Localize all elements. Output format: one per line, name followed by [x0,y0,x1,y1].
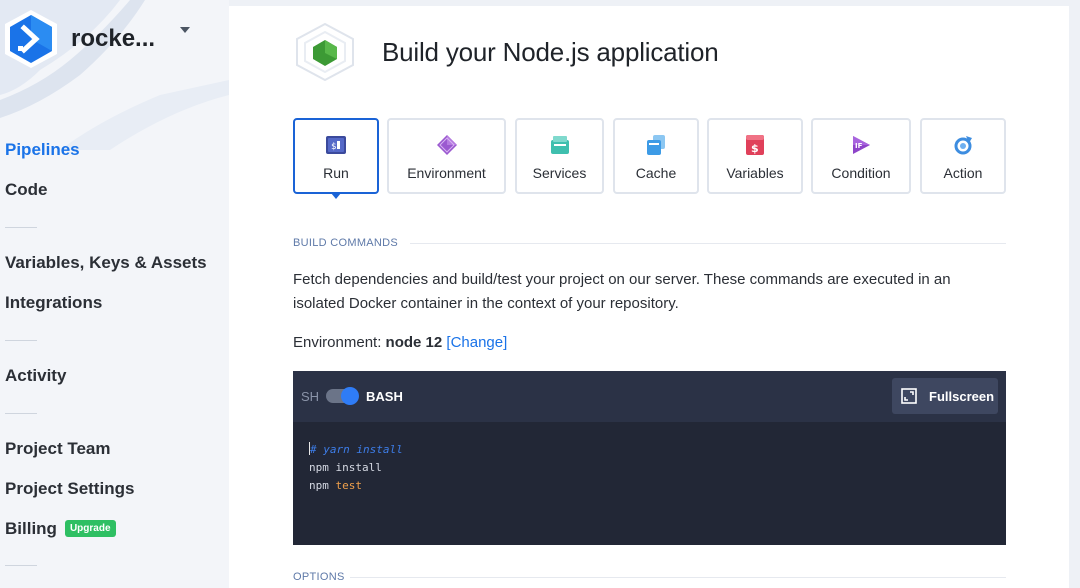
sidebar: rocke... Pipelines Code Variables, Keys … [0,0,229,588]
page-title: Build your Node.js application [382,37,719,67]
toggle-knob [341,387,359,405]
tab-label: Cache [635,165,677,181]
code-area[interactable]: # yarn install npm install npm test [309,441,403,495]
tab-label: Run [323,165,349,181]
environment-line: Environment: node 12 [Change] [293,334,507,351]
sidebar-item-project-settings[interactable]: Project Settings [5,479,134,499]
active-tab-pointer [331,193,341,199]
sidebar-item-integrations[interactable]: Integrations [5,293,102,313]
tab-condition[interactable]: IF Condition [811,118,911,194]
fullscreen-button[interactable]: Fullscreen [892,378,998,414]
top-strip [229,0,1069,6]
svg-text:IF: IF [855,142,863,150]
cache-icon [647,135,665,155]
tab-label: Environment [407,165,486,181]
change-environment-link[interactable]: [Change] [446,334,507,351]
tab-label: Services [532,165,587,181]
code-text: npm [309,479,336,492]
sidebar-item-pipelines[interactable]: Pipelines [5,140,80,160]
tab-cache[interactable]: Cache [613,118,699,194]
run-icon: $ [326,136,346,154]
sidebar-item-billing[interactable]: Billing Upgrade [5,519,116,539]
section-heading-build-commands: BUILD COMMANDS [293,237,399,249]
code-line: npm test [309,477,403,495]
tab-label: Action [943,165,983,181]
editor-toolbar: SH BASH Fullscreen [293,371,1006,422]
section-heading-options: OPTIONS [293,571,345,583]
services-icon [550,136,569,154]
sidebar-item-code[interactable]: Code [5,180,48,200]
right-gutter [1069,0,1080,588]
code-line: npm install [309,461,382,474]
tab-variables[interactable]: $ Variables [707,118,803,194]
tab-services[interactable]: Services [515,118,604,194]
code-keyword: test [335,479,363,492]
build-description: Fetch dependencies and build/test your p… [293,271,951,312]
tab-action[interactable]: Action [920,118,1006,194]
mode-sh-label: SH [301,389,320,404]
project-logo-icon [5,10,57,68]
fullscreen-label: Fullscreen [929,389,995,404]
chevron-down-icon[interactable] [180,27,190,33]
environment-icon [436,135,457,155]
sidebar-item-label: Billing [5,519,57,538]
svg-text:$: $ [751,142,759,155]
svg-text:$: $ [331,142,336,152]
sidebar-item-project-team[interactable]: Project Team [5,439,111,459]
nav-divider [5,413,37,414]
command-editor[interactable]: SH BASH Fullscreen # yarn install npm ins… [293,371,1006,545]
section-divider [410,243,1006,244]
project-switcher[interactable]: rocke... [0,8,155,70]
code-line: # yarn install [309,441,403,459]
mode-bash-label: BASH [366,389,403,404]
nodejs-hexagon-icon [296,22,354,82]
variables-icon: $ [746,135,764,155]
environment-label: Environment: [293,334,382,351]
environment-value: node 12 [385,334,443,351]
nav-divider [5,340,37,341]
section-divider [350,577,1006,578]
nav-divider [5,227,37,228]
code-comment: # yarn install [310,443,403,456]
tab-run[interactable]: $ Run [293,118,379,194]
sidebar-item-activity[interactable]: Activity [5,366,66,386]
nav-divider [5,565,37,566]
sidebar-item-variables-keys-assets[interactable]: Variables, Keys & Assets [5,253,207,273]
shell-mode-toggle[interactable] [326,387,359,405]
project-name: rocke... [71,25,156,52]
fullscreen-icon [901,388,917,404]
tab-label: Condition [831,165,891,181]
action-icon [954,136,972,155]
condition-icon: IF [853,136,870,154]
tab-label: Variables [726,165,784,181]
tab-environment[interactable]: Environment [387,118,506,194]
upgrade-badge[interactable]: Upgrade [64,520,116,537]
